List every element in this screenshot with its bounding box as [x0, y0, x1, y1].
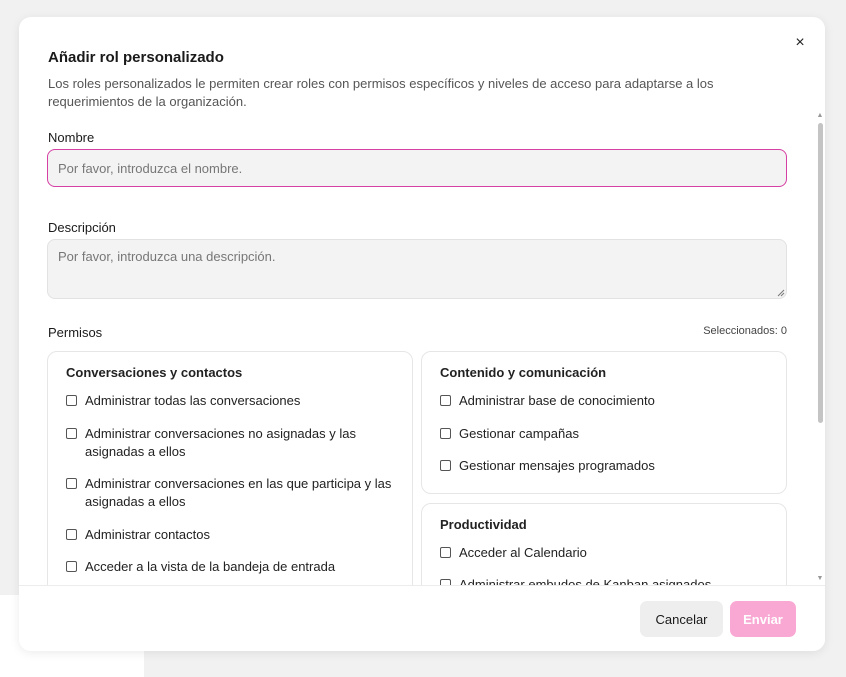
checkbox[interactable] [66, 395, 77, 406]
cancel-button[interactable]: Cancelar [640, 601, 723, 637]
conversations-permissions-card: Conversaciones y contactos Administrar t… [47, 351, 413, 585]
permission-label: Administrar embudos de Kanban asignados [459, 577, 712, 585]
dialog-subtitle: Los roles personalizados le permiten cre… [48, 76, 714, 109]
checkbox[interactable] [66, 529, 77, 540]
card-title: Conversaciones y contactos [66, 365, 243, 380]
selected-count: Seleccionados: 0 [703, 325, 787, 337]
permission-label: Acceder al Calendario [459, 545, 587, 560]
submit-button[interactable]: Enviar [730, 601, 796, 637]
permission-label: Administrar conversaciones no asignadas … [85, 426, 356, 459]
dialog-footer: Cancelar Enviar [19, 585, 825, 651]
scrollbar-thumb[interactable] [818, 123, 823, 423]
scroll-down-icon[interactable]: ▼ [816, 575, 824, 582]
permission-label: Gestionar campañas [459, 426, 579, 441]
permission-label: Administrar todas las conversaciones [85, 393, 301, 408]
productivity-permissions-card: Productividad Acceder al Calendario Admi… [421, 503, 787, 585]
description-label: Descripción [48, 220, 116, 235]
checkbox[interactable] [440, 428, 451, 439]
dialog-title: Añadir rol personalizado [48, 49, 224, 66]
description-input[interactable] [47, 239, 787, 299]
scroll-up-icon[interactable]: ▲ [816, 112, 824, 119]
permission-label: Administrar base de conocimiento [459, 393, 655, 408]
card-title: Contenido y comunicación [440, 365, 607, 380]
permission-item[interactable]: Gestionar campañas [440, 425, 770, 443]
resize-handle-icon[interactable] [777, 289, 785, 297]
checkbox[interactable] [66, 478, 77, 489]
name-label: Nombre [48, 130, 95, 145]
checkbox[interactable] [440, 395, 451, 406]
permission-item[interactable]: Administrar contactos [66, 526, 396, 544]
permission-item[interactable]: Administrar embudos de Kanban asignados [440, 576, 770, 585]
permission-item[interactable]: Gestionar mensajes programados [440, 457, 770, 475]
permission-label: Administrar conversaciones en las que pa… [85, 476, 392, 509]
dialog-body: Añadir rol personalizado Los roles perso… [19, 17, 825, 585]
permission-item[interactable]: Administrar base de conocimiento [440, 392, 770, 410]
permission-item[interactable]: Administrar conversaciones en las que pa… [66, 475, 396, 511]
close-icon[interactable]: × [791, 34, 809, 52]
permission-item[interactable]: Administrar todas las conversaciones [66, 392, 396, 410]
checkbox[interactable] [440, 547, 451, 558]
checkbox[interactable] [440, 460, 451, 471]
permissions-label: Permisos [48, 325, 103, 340]
permission-label: Acceder a la vista de la bandeja de entr… [85, 559, 336, 574]
checkbox[interactable] [66, 428, 77, 439]
content-permissions-card: Contenido y comunicación Administrar bas… [421, 351, 787, 494]
add-custom-role-dialog: Añadir rol personalizado Los roles perso… [19, 17, 825, 651]
checkbox[interactable] [66, 561, 77, 572]
permission-item[interactable]: Administrar conversaciones no asignadas … [66, 425, 396, 461]
card-title: Productividad [440, 517, 527, 532]
permission-item[interactable]: Acceder a la vista de la bandeja de entr… [66, 558, 396, 576]
name-input[interactable] [47, 149, 787, 187]
permission-item[interactable]: Acceder al Calendario [440, 544, 770, 562]
permission-label: Administrar contactos [85, 527, 210, 542]
permission-label: Gestionar mensajes programados [459, 458, 655, 473]
